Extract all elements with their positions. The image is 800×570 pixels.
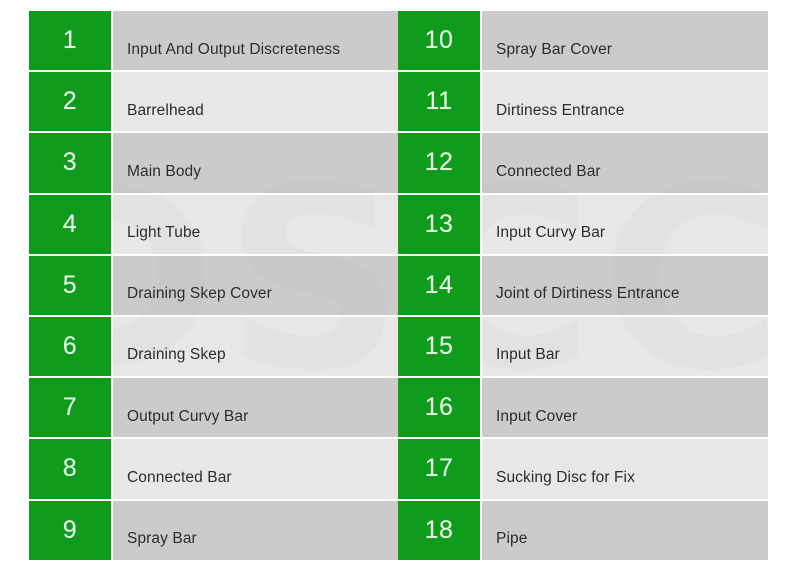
part-label-cell: Sucking Disc for Fix [480,439,768,501]
table-row: 2 [29,72,111,134]
part-label: Input And Output Discreteness [127,40,341,58]
table-row: 16 [398,378,480,440]
table-row: 4 [29,194,111,256]
part-label: Draining Skep Cover [127,285,272,303]
parts-list-figure: DSCC 1 Input And Output Discreteness 10 … [0,0,800,570]
part-number: 11 [425,87,453,116]
part-label-cell: Joint of Dirtiness Entrance [480,255,768,317]
part-number: 10 [424,26,454,55]
part-label-cell: Input And Output Discreteness [111,11,398,73]
table-row: 12 [398,133,480,195]
part-label: Input Cover [496,407,578,425]
part-label-cell: Draining Skep Cover [111,255,398,317]
table-row: 13 [398,194,480,256]
part-label-cell: Output Curvy Bar [111,378,398,440]
part-label-cell: Main Body [111,133,398,195]
table-row: 7 [29,378,111,440]
part-label: Barrelhead [127,101,204,119]
part-label: Connected Bar [496,162,601,180]
table-row: 1 [29,11,111,73]
part-label-cell: Spray Bar [111,500,398,562]
part-label: Spray Bar [127,530,197,548]
table-row: 9 [29,500,111,562]
part-label: Output Curvy Bar [127,407,249,425]
table-row: 10 [398,11,480,73]
part-label: Draining Skep [127,346,226,364]
part-label: Pipe [496,530,528,548]
part-number: 6 [62,332,78,361]
part-label-cell: Dirtiness Entrance [480,72,768,134]
part-label-cell: Input Bar [480,316,768,379]
part-number: 17 [424,454,454,483]
parts-table: 1 Input And Output Discreteness 10 Spray… [29,11,768,562]
part-label-cell: Connected Bar [480,133,768,195]
part-label-cell: Spray Bar Cover [480,11,768,73]
part-number: 2 [62,87,78,116]
table-row: 5 [29,255,111,317]
table-row: 15 [398,316,480,379]
part-label-cell: Light Tube [111,194,398,256]
part-label-cell: Draining Skep [111,316,398,379]
part-label-cell: Input Cover [480,378,768,440]
table-row: 8 [29,439,111,501]
table-row: 11 [398,72,480,134]
table-row: 3 [29,133,111,195]
part-number: 5 [62,270,78,299]
part-label: Sucking Disc for Fix [496,468,635,486]
part-number: 15 [424,332,454,361]
part-label: Main Body [127,162,202,180]
part-label-cell: Pipe [480,500,768,562]
part-label: Dirtiness Entrance [496,101,625,119]
part-number: 12 [424,148,454,177]
table-row: 6 [29,316,111,379]
part-number: 13 [424,209,454,238]
part-label: Input Curvy Bar [496,224,606,242]
part-label: Connected Bar [127,468,232,486]
part-label-cell: Barrelhead [111,72,398,134]
part-number: 18 [424,515,454,544]
part-number: 4 [62,209,78,238]
part-label-cell: Input Curvy Bar [480,194,768,256]
part-label: Joint of Dirtiness Entrance [496,285,680,303]
part-number: 1 [62,26,78,55]
table-row: 18 [398,500,480,562]
part-number: 3 [62,148,78,177]
part-number: 8 [62,454,78,483]
part-label-cell: Connected Bar [111,439,398,501]
table-row: 14 [398,255,480,317]
part-number: 9 [62,515,78,544]
part-number: 14 [424,270,454,299]
part-number: 16 [424,393,454,422]
part-label: Light Tube [127,224,201,242]
part-number: 7 [62,393,78,422]
part-label: Input Bar [496,346,560,364]
table-row: 17 [398,439,480,501]
part-label: Spray Bar Cover [496,40,613,58]
